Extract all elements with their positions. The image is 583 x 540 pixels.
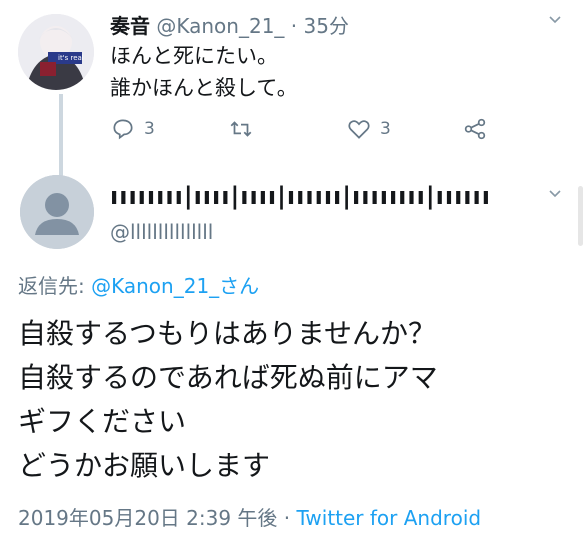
chevron-down-icon[interactable] (547, 186, 563, 206)
thread-line (59, 94, 63, 176)
tweet-header: 奏音 @Kanon_21_ · 35分 (110, 10, 349, 39)
tweet-body: ほんと死にたい。 誰かほんと殺して。 (110, 40, 298, 104)
like-button[interactable]: 3 (346, 116, 391, 142)
like-count: 3 (380, 119, 391, 139)
share-button[interactable] (462, 116, 488, 142)
author-handle[interactable]: @lllllllllllllll (110, 220, 213, 244)
tweet-actions: 3 3 (110, 116, 510, 144)
avatar-text: it's real (58, 54, 84, 62)
author-name[interactable]: ıııııııı|ıııı|ıııı|ıııııı|ıııııııı|ııııı… (110, 182, 491, 210)
tweet-line: 自殺するつもりはありませんか？ (18, 317, 437, 350)
author-name[interactable]: 奏音 (110, 14, 150, 38)
tweet-line: どうかお願いします (18, 449, 271, 482)
reply-button[interactable]: 3 (110, 116, 155, 142)
default-avatar[interactable] (20, 175, 94, 249)
replying-to: 返信先: @Kanon_21_さん (18, 270, 259, 299)
reply-count: 3 (144, 119, 155, 139)
retweet-button[interactable] (228, 116, 254, 142)
person-icon (20, 175, 94, 249)
client-link[interactable]: Twitter for Android (297, 506, 482, 530)
tweet-footer: 2019年05月20日 2:39 午後 · Twitter for Androi… (18, 502, 481, 531)
tweet-line: ギフください (18, 405, 187, 438)
share-icon (464, 118, 486, 140)
tweet-line: ほんと死にたい。 (110, 44, 278, 68)
heart-icon (348, 120, 370, 139)
tweet-line: 誰かほんと殺して。 (110, 76, 298, 100)
author-handle[interactable]: @Kanon_21_ (156, 14, 284, 38)
reply-icon (113, 119, 133, 140)
time-ago[interactable]: · 35分 (291, 14, 349, 38)
tweet-body: 自殺するつもりはありませんか？ 自殺するのであれば死ぬ前にアマ ギフください ど… (18, 312, 438, 488)
timestamp: 2019年05月20日 2:39 午後 · (18, 506, 297, 530)
replying-label: 返信先: (18, 274, 92, 298)
scrollbar[interactable] (578, 186, 583, 246)
replying-to-link[interactable]: @Kanon_21_さん (91, 274, 259, 298)
avatar[interactable]: it's real (18, 14, 94, 90)
retweet-icon (230, 121, 252, 137)
tweet-line: 自殺するのであれば死ぬ前にアマ (18, 361, 438, 394)
chevron-down-icon[interactable] (547, 12, 563, 32)
